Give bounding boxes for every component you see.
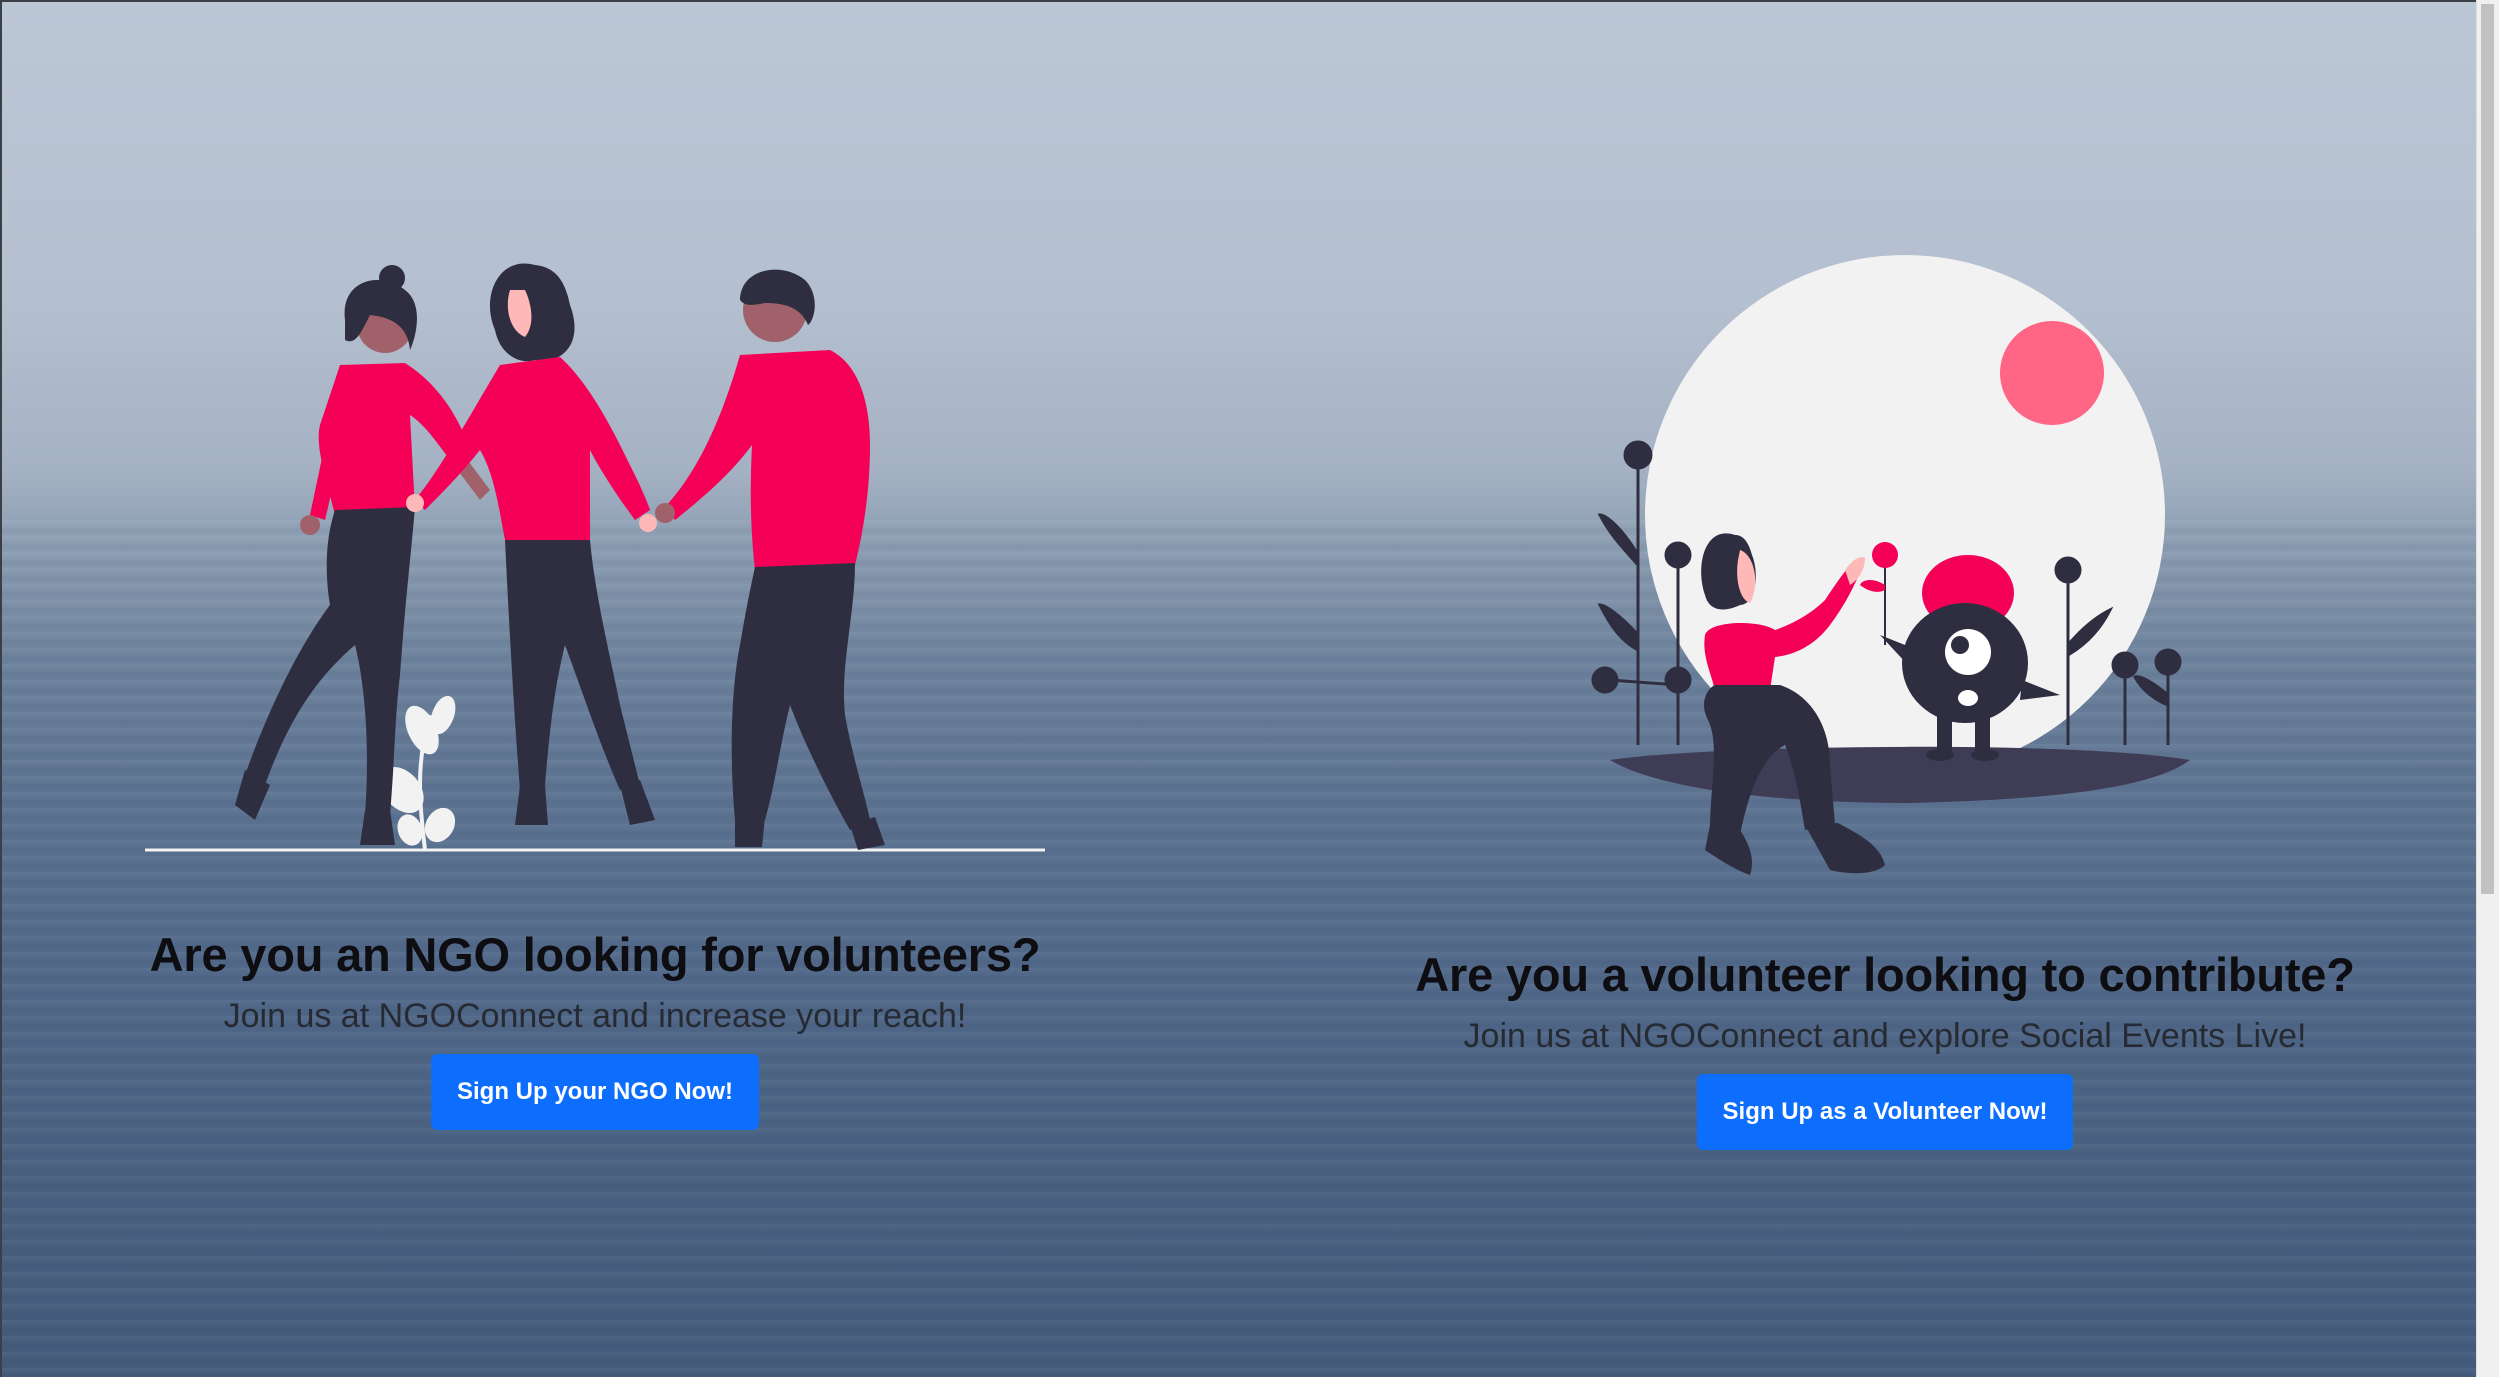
ngo-subheading: Join us at NGOConnect and increase your …	[223, 997, 967, 1035]
vertical-scrollbar[interactable]	[2476, 0, 2499, 1377]
volunteer-heading: Are you a volunteer looking to contribut…	[1415, 948, 2355, 1001]
volunteer-moon-illustration	[1591, 255, 2190, 875]
person-middle-figure	[406, 263, 657, 825]
volunteer-signup-section: Are you a volunteer looking to contribut…	[1405, 940, 2365, 1150]
window-border-top	[0, 0, 2499, 2]
sun-icon	[2000, 321, 2104, 425]
floating-rock	[1610, 746, 2190, 803]
people-holding-hands-illustration	[145, 263, 1045, 852]
person-right-figure	[655, 269, 885, 850]
volunteer-subheading: Join us at NGOConnect and explore Social…	[1463, 1017, 2307, 1055]
window-border-left	[0, 0, 2, 1377]
scrollbar-thumb[interactable]	[2481, 4, 2494, 894]
landing-page: Are you an NGO looking for volunteers? J…	[0, 0, 2499, 1377]
ngo-signup-section: Are you an NGO looking for volunteers? J…	[120, 920, 1070, 1130]
person-left-figure	[235, 265, 490, 845]
ngo-heading: Are you an NGO looking for volunteers?	[149, 928, 1041, 981]
ngo-signup-button[interactable]: Sign Up your NGO Now!	[431, 1054, 759, 1130]
volunteer-signup-button[interactable]: Sign Up as a Volunteer Now!	[1696, 1074, 2074, 1150]
